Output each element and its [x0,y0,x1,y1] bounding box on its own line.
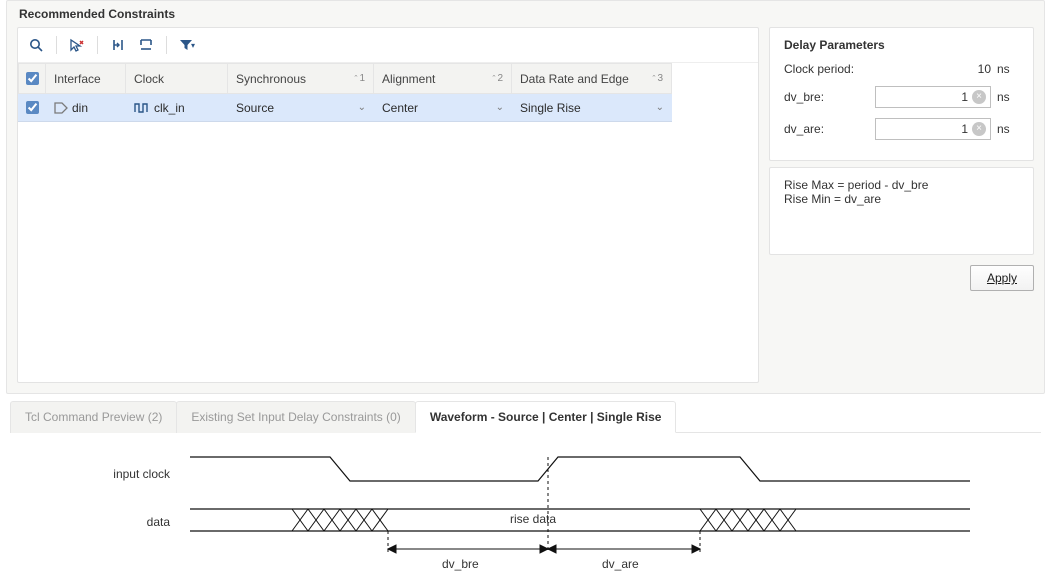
unit-label: ns [997,122,1019,136]
expand-icon[interactable] [134,34,158,56]
waveform-svg [10,433,1041,583]
dv-are-label: dv_are: [784,122,875,136]
waveform-viewer: input clock data [10,433,1041,583]
col-header-clock[interactable]: Clock [126,63,228,94]
panel-title: Recommended Constraints [17,1,1034,27]
collapse-icon[interactable] [106,34,130,56]
tab-waveform[interactable]: Waveform - Source | Center | Single Rise [415,401,677,433]
cell-text: Source [236,101,274,115]
row-synchronous-cell[interactable]: Source ⌄ [228,94,374,122]
toolbar-separator [56,36,57,54]
cell-text: Center [382,101,418,115]
clock-period-value: 10 [937,62,997,76]
col-header-alignment[interactable]: Alignment ˆ2 [374,63,512,94]
formula-line: Rise Max = period - dv_bre [784,178,1019,192]
row-interface-cell[interactable]: din [46,94,126,122]
row-alignment-cell[interactable]: Center ⌄ [374,94,512,122]
unit-label: ns [997,90,1019,104]
row-clock-cell[interactable]: clk_in [126,94,228,122]
sort-indicator: ˆ2 [492,73,503,84]
constraints-grid: Interface Clock Synchronous ˆ1 Alignment… [18,63,758,122]
unit-label: ns [997,62,1019,76]
clock-period-label: Clock period: [784,62,937,76]
search-icon[interactable] [24,34,48,56]
constraints-grid-container: ▾ Interface Clock Synchronous ˆ1 [17,27,759,383]
dv-are-value: 1 [880,122,972,136]
clock-icon [134,102,150,114]
col-header-label: Interface [54,72,101,86]
tab-tcl-preview[interactable]: Tcl Command Preview (2) [10,401,177,433]
row-checkbox-cell[interactable] [18,94,46,122]
waveform-label-dv-bre: dv_bre [442,557,479,571]
clear-icon[interactable]: × [972,122,986,136]
cell-text: clk_in [154,101,185,115]
dv-are-row: dv_are: 1 × ns [784,118,1019,140]
col-header-data-rate[interactable]: Data Rate and Edge ˆ3 [512,63,672,94]
port-in-icon [54,102,68,114]
grid-toolbar: ▾ [18,28,758,63]
clock-period-row: Clock period: 10 ns [784,62,1019,76]
chevron-down-icon: ⌄ [358,102,366,113]
col-header-label: Alignment [382,72,435,86]
sort-indicator: ˆ3 [652,73,663,84]
dv-bre-input[interactable]: 1 × [875,86,991,108]
col-header-synchronous[interactable]: Synchronous ˆ1 [228,63,374,94]
formula-box: Rise Max = period - dv_bre Rise Min = dv… [769,167,1034,255]
col-header-label: Clock [134,72,164,86]
cell-text: Single Rise [520,101,581,115]
clear-icon[interactable]: × [972,90,986,104]
col-header-label: Synchronous [236,72,306,86]
chevron-down-icon: ⌄ [496,102,504,113]
bottom-tabs: Tcl Command Preview (2) Existing Set Inp… [10,400,1041,433]
col-header-checkbox[interactable] [18,63,46,94]
dv-bre-value: 1 [880,90,972,104]
cursor-icon[interactable] [65,34,89,56]
col-header-label: Data Rate and Edge [520,72,629,86]
waveform-label-dv-are: dv_are [602,557,639,571]
chevron-down-icon: ⌄ [656,102,664,113]
row-checkbox[interactable] [26,101,39,114]
tab-existing-constraints[interactable]: Existing Set Input Delay Constraints (0) [176,401,415,433]
dv-bre-row: dv_bre: 1 × ns [784,86,1019,108]
sort-indicator: ˆ1 [354,73,365,84]
formula-line: Rise Min = dv_are [784,192,1019,206]
cell-text: din [72,101,88,115]
toolbar-separator [97,36,98,54]
dv-bre-label: dv_bre: [784,90,875,104]
toolbar-separator [166,36,167,54]
waveform-label-rise-data: rise data [510,512,556,526]
row-data-rate-cell[interactable]: Single Rise ⌄ [512,94,672,122]
delay-parameters-title: Delay Parameters [784,38,1019,52]
delay-parameters-box: Delay Parameters Clock period: 10 ns dv_… [769,27,1034,161]
filter-icon[interactable]: ▾ [175,34,199,56]
dv-are-input[interactable]: 1 × [875,118,991,140]
select-all-checkbox[interactable] [26,72,39,85]
col-header-interface[interactable]: Interface [46,63,126,94]
apply-button[interactable]: Apply [970,265,1034,291]
